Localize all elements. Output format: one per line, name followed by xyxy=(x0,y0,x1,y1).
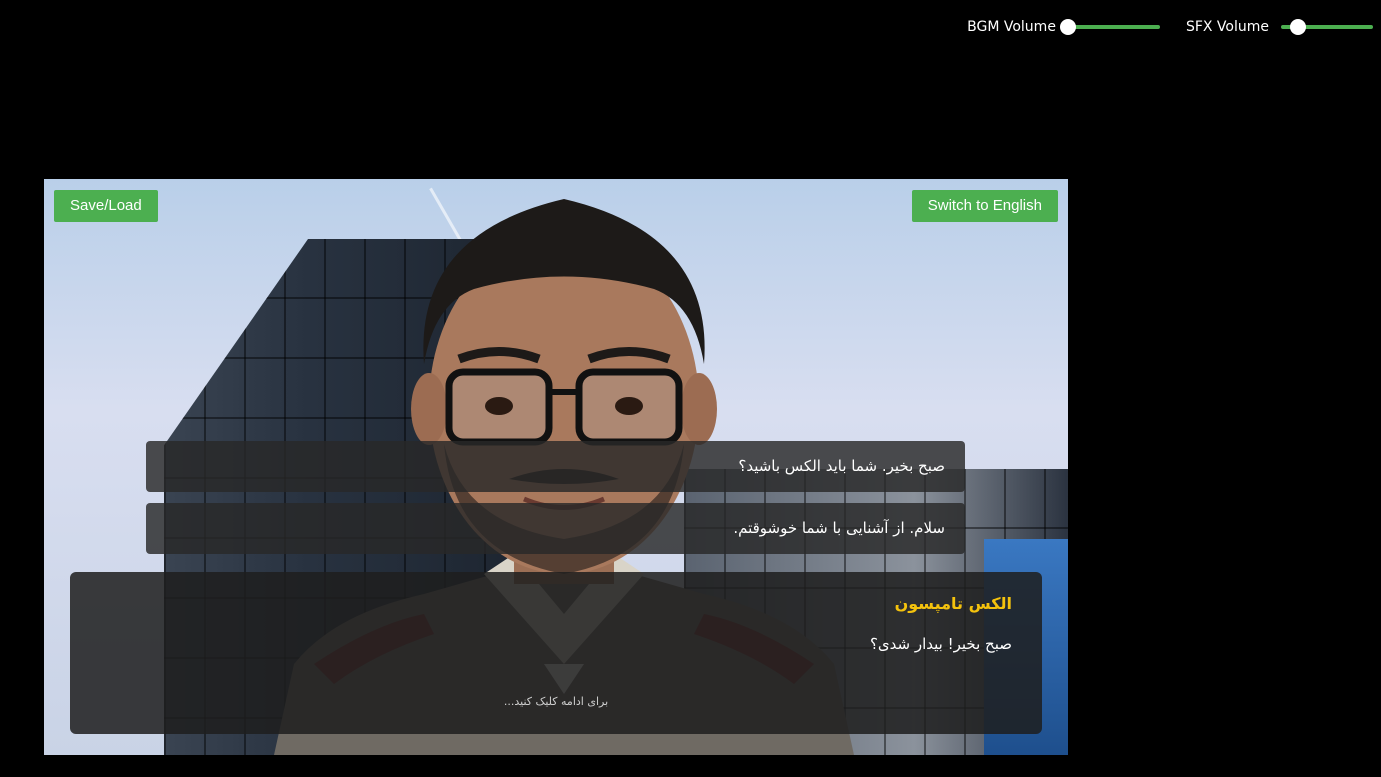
dialog-choice-2[interactable]: سلام. از آشنایی با شما خوشوقتم. xyxy=(146,503,965,554)
switch-language-button[interactable]: Switch to English xyxy=(911,190,1058,222)
sfx-slider-thumb[interactable] xyxy=(1289,19,1306,35)
bgm-slider-thumb[interactable] xyxy=(1059,19,1076,35)
character-eye-left xyxy=(485,397,513,415)
game-stage[interactable]: Save/Load Switch to English صبح بخیر. شم… xyxy=(44,179,1068,755)
dialog-text: صبح بخیر! بیدار شدی؟ xyxy=(869,635,1012,653)
dialog-box[interactable]: الکس تامپسون صبح بخیر! بیدار شدی؟ برای ا… xyxy=(70,572,1042,734)
bgm-volume-label: BGM Volume xyxy=(967,19,1056,35)
save-load-button[interactable]: Save/Load xyxy=(54,190,158,222)
bgm-volume-slider[interactable] xyxy=(1059,14,1160,40)
bgm-volume-group: BGM Volume xyxy=(967,14,1160,40)
sfx-volume-group: SFX Volume xyxy=(1186,14,1373,40)
character-ear-left xyxy=(411,373,447,445)
dialog-choice-1[interactable]: صبح بخیر. شما باید الکس باشید؟ xyxy=(146,441,965,492)
speaker-name: الکس تامپسون xyxy=(894,594,1012,613)
character-ear-right xyxy=(681,373,717,445)
sfx-volume-label: SFX Volume xyxy=(1185,19,1269,35)
character-eye-right xyxy=(615,397,643,415)
audio-controls: BGM Volume SFX Volume xyxy=(967,14,1373,40)
continue-hint: برای ادامه کلیک کنید... xyxy=(503,695,609,708)
bgm-slider-track[interactable] xyxy=(1067,25,1160,29)
sfx-volume-slider[interactable] xyxy=(1281,14,1373,40)
